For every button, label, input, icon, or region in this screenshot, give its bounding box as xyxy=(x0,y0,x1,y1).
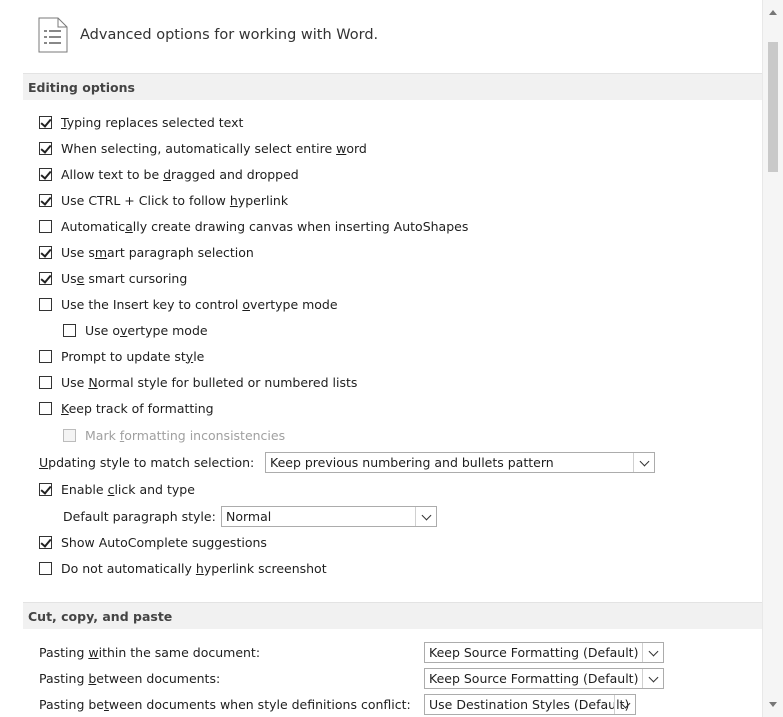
editing-option[interactable]: Typing replaces selected text xyxy=(39,112,243,132)
option-label: Use smart paragraph selection xyxy=(61,244,254,260)
editing-option[interactable]: Allow text to be dragged and dropped xyxy=(39,164,299,184)
no-hyperlink-screenshot-option[interactable]: Do not automatically hyperlink screensho… xyxy=(39,558,327,578)
option-checkbox[interactable] xyxy=(39,271,52,285)
option-checkbox[interactable] xyxy=(39,375,52,389)
pane-header: Advanced options for working with Word. xyxy=(38,17,378,53)
chevron-down-icon[interactable] xyxy=(642,669,663,688)
chevron-down-icon[interactable] xyxy=(415,507,436,526)
option-checkbox[interactable] xyxy=(39,349,52,363)
editing-option[interactable]: Use CTRL + Click to follow hyperlink xyxy=(39,190,288,210)
paste-option-select[interactable]: Keep Source Formatting (Default) xyxy=(424,642,664,663)
autocomplete-checkbox[interactable] xyxy=(39,535,52,549)
option-label: Prompt to update style xyxy=(61,348,205,364)
option-label: Use smart cursoring xyxy=(61,270,188,286)
option-checkbox[interactable] xyxy=(39,245,52,259)
document-list-icon xyxy=(38,17,68,53)
paste-option-select[interactable]: Keep Source Formatting (Default) xyxy=(424,668,664,689)
section-cut-copy-paste: Cut, copy, and paste xyxy=(23,602,763,629)
page-title: Advanced options for working with Word. xyxy=(80,27,379,43)
click-and-type-checkbox[interactable] xyxy=(39,482,52,496)
option-checkbox[interactable] xyxy=(39,219,52,233)
paste-option-label: Pasting within the same document: xyxy=(39,645,261,660)
click-and-type-option[interactable]: Enable click and type xyxy=(39,479,195,499)
option-label: Use the Insert key to control overtype m… xyxy=(61,296,338,312)
paste-option-label: Pasting between documents: xyxy=(39,671,221,686)
option-label: Allow text to be dragged and dropped xyxy=(61,166,299,182)
scroll-down-icon[interactable] xyxy=(769,702,777,707)
chevron-down-icon[interactable] xyxy=(642,643,663,662)
updating-style-select[interactable]: Keep previous numbering and bullets patt… xyxy=(265,452,655,473)
editing-option[interactable]: Automatically create drawing canvas when… xyxy=(39,216,468,236)
editing-option[interactable]: Use the Insert key to control overtype m… xyxy=(39,294,338,314)
paste-option-select[interactable]: Use Destination Styles (Default) xyxy=(424,694,636,715)
paste-option-label: Pasting between documents when style def… xyxy=(39,697,411,712)
default-paragraph-label: Default paragraph style: xyxy=(63,509,216,524)
option-checkbox[interactable] xyxy=(39,115,52,129)
section-editing-options: Editing options xyxy=(23,73,763,100)
updating-style-value: Keep previous numbering and bullets patt… xyxy=(270,455,554,470)
scroll-thumb[interactable] xyxy=(768,42,778,172)
options-pane: Advanced options for working with Word. … xyxy=(0,0,763,717)
paste-option-value: Keep Source Formatting (Default) xyxy=(429,671,639,686)
option-checkbox[interactable] xyxy=(39,193,52,207)
option-label: Mark formatting inconsistencies xyxy=(85,427,286,443)
option-checkbox[interactable] xyxy=(39,401,52,415)
default-paragraph-value: Normal xyxy=(226,509,272,524)
editing-option[interactable]: Use smart cursoring xyxy=(39,268,187,288)
option-checkbox xyxy=(63,428,76,442)
option-label: Automatically create drawing canvas when… xyxy=(61,218,469,234)
editing-option[interactable]: Prompt to update style xyxy=(39,346,204,366)
option-checkbox[interactable] xyxy=(39,297,52,311)
default-paragraph-select[interactable]: Normal xyxy=(221,506,437,527)
option-label: Typing replaces selected text xyxy=(61,114,244,130)
editing-option[interactable]: When selecting, automatically select ent… xyxy=(39,138,367,158)
editing-option: Mark formatting inconsistencies xyxy=(63,425,285,445)
option-checkbox[interactable] xyxy=(39,167,52,181)
chevron-down-icon[interactable] xyxy=(633,453,654,472)
option-checkbox[interactable] xyxy=(39,141,52,155)
option-label: Use Normal style for bulleted or numbere… xyxy=(61,374,358,390)
option-label: Use CTRL + Click to follow hyperlink xyxy=(61,192,289,208)
editing-option[interactable]: Use overtype mode xyxy=(63,320,208,340)
editing-option[interactable]: Keep track of formatting xyxy=(39,398,214,418)
updating-style-label: Updating style to match selection: xyxy=(39,455,255,470)
no-hyperlink-screenshot-checkbox[interactable] xyxy=(39,561,52,575)
autocomplete-option[interactable]: Show AutoComplete suggestions xyxy=(39,532,267,552)
paste-option-value: Use Destination Styles (Default) xyxy=(429,697,630,712)
chevron-down-icon[interactable] xyxy=(614,695,635,714)
editing-option[interactable]: Use smart paragraph selection xyxy=(39,242,254,262)
option-label: When selecting, automatically select ent… xyxy=(61,140,367,156)
vertical-scrollbar[interactable] xyxy=(762,0,783,717)
scroll-up-icon[interactable] xyxy=(769,10,777,15)
editing-option[interactable]: Use Normal style for bulleted or numbere… xyxy=(39,372,357,392)
option-checkbox[interactable] xyxy=(63,323,76,337)
paste-option-value: Keep Source Formatting (Default) xyxy=(429,645,639,660)
option-label: Use overtype mode xyxy=(85,322,208,338)
option-label: Keep track of formatting xyxy=(61,400,214,416)
